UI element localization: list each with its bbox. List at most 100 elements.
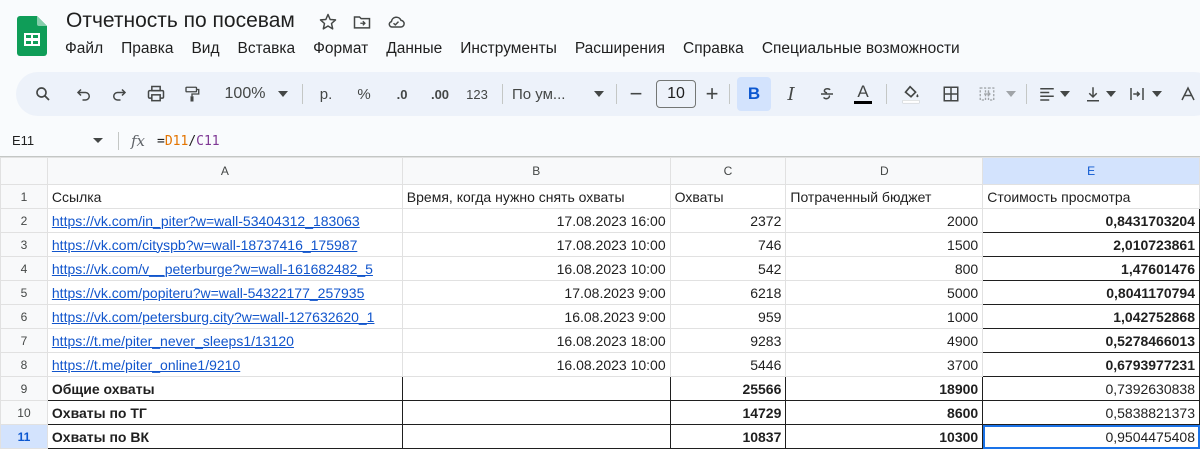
- document-title[interactable]: Отчетность по посевам: [66, 9, 295, 33]
- percent-format-button[interactable]: %: [352, 72, 376, 116]
- cell-b[interactable]: Время, когда нужно снять охваты: [401, 184, 671, 209]
- wrap-dropdown-icon[interactable]: [1150, 72, 1164, 116]
- cell-a[interactable]: https://vk.com/in_piter?w=wall-53404312_…: [46, 208, 403, 233]
- cloud-status-icon[interactable]: [384, 10, 408, 34]
- cell-e[interactable]: 1,47601476: [982, 256, 1200, 281]
- cell-b[interactable]: 16.08.2023 10:00: [401, 352, 671, 377]
- menu-tools[interactable]: Инструменты: [451, 38, 566, 60]
- cell-a[interactable]: Охваты по ТГ: [46, 400, 403, 425]
- vertical-align-icon[interactable]: [1080, 72, 1106, 116]
- cell-b[interactable]: 17.08.2023 10:00: [401, 232, 671, 257]
- column-header-a[interactable]: A: [46, 157, 403, 185]
- cell-d[interactable]: 800: [785, 256, 984, 281]
- font-dropdown-icon[interactable]: [591, 72, 607, 116]
- cell-a[interactable]: https://vk.com/petersburg.city?w=wall-12…: [46, 304, 403, 329]
- currency-format-button[interactable]: р.: [314, 72, 338, 116]
- menu-insert[interactable]: Вставка: [229, 38, 305, 60]
- row-header[interactable]: 9: [0, 376, 48, 401]
- cell-c[interactable]: 2372: [669, 208, 787, 233]
- cell-a[interactable]: https://vk.com/cityspb?w=wall-18737416_1…: [46, 232, 403, 257]
- row-header[interactable]: 7: [0, 328, 48, 353]
- cell-a[interactable]: Общие охваты: [46, 376, 403, 401]
- cell-e[interactable]: Стоимость просмотра: [982, 184, 1200, 209]
- cell-e[interactable]: 0,7392630838: [982, 376, 1200, 401]
- cell-b[interactable]: 16.08.2023 18:00: [401, 328, 671, 353]
- horizontal-align-icon[interactable]: [1034, 72, 1060, 116]
- menu-help[interactable]: Справка: [674, 38, 753, 60]
- menu-edit[interactable]: Правка: [112, 38, 182, 60]
- name-box[interactable]: E11: [12, 133, 34, 148]
- cell-link[interactable]: https://t.me/piter_never_sleeps1/13120: [52, 333, 294, 349]
- cell-d[interactable]: 1000: [785, 304, 984, 329]
- name-box-dropdown-icon[interactable]: [93, 138, 103, 143]
- row-header[interactable]: 2: [0, 208, 48, 233]
- cell-e[interactable]: 0,8431703204: [982, 208, 1200, 233]
- cell-a[interactable]: https://vk.com/popiteru?w=wall-54322177_…: [46, 280, 403, 305]
- row-header[interactable]: 10: [0, 400, 48, 425]
- cell-c[interactable]: Охваты: [669, 184, 787, 209]
- cell-e[interactable]: 1,042752868: [982, 304, 1200, 329]
- cell-link[interactable]: https://vk.com/v__peterburge?w=wall-1616…: [52, 261, 373, 277]
- cell-d[interactable]: 3700: [785, 352, 984, 377]
- cell-c[interactable]: 14729: [669, 400, 787, 425]
- cell-c[interactable]: 5446: [669, 352, 787, 377]
- row-header[interactable]: 6: [0, 304, 48, 329]
- star-icon[interactable]: [316, 10, 340, 34]
- menu-file[interactable]: Файл: [56, 38, 112, 60]
- redo-icon[interactable]: [106, 72, 132, 116]
- paint-format-icon[interactable]: [179, 72, 205, 116]
- cell-c[interactable]: 959: [669, 304, 787, 329]
- cell-link[interactable]: https://t.me/piter_online1/9210: [52, 357, 240, 373]
- font-size-decrease-icon[interactable]: −: [626, 72, 646, 116]
- increase-decimal-button[interactable]: .00: [425, 72, 455, 116]
- row-header[interactable]: 8: [0, 352, 48, 377]
- row-header[interactable]: 3: [0, 232, 48, 257]
- cell-c[interactable]: 6218: [669, 280, 787, 305]
- cell-d[interactable]: 1500: [785, 232, 984, 257]
- cell-a[interactable]: https://t.me/piter_online1/9210: [46, 352, 403, 377]
- cell-e[interactable]: 0,8041170794: [982, 280, 1200, 305]
- menu-extensions[interactable]: Расширения: [566, 38, 674, 60]
- sheets-logo-icon[interactable]: [17, 16, 47, 56]
- cell-b[interactable]: 16.08.2023 9:00: [401, 304, 671, 329]
- row-header[interactable]: 11: [0, 424, 48, 449]
- cell-d[interactable]: 10300: [785, 424, 984, 449]
- cell-c[interactable]: 10837: [669, 424, 787, 449]
- fill-color-icon[interactable]: [898, 72, 924, 116]
- search-menus-icon[interactable]: [30, 72, 56, 116]
- print-icon[interactable]: [143, 72, 169, 116]
- bold-button[interactable]: B: [737, 77, 771, 111]
- undo-icon[interactable]: [71, 72, 97, 116]
- merge-cells-icon[interactable]: [974, 72, 1000, 116]
- column-header-d[interactable]: D: [785, 157, 984, 185]
- decrease-decimal-button[interactable]: .0: [388, 72, 416, 116]
- move-to-folder-icon[interactable]: [350, 10, 374, 34]
- cell-d[interactable]: Потраченный бюджет: [785, 184, 984, 209]
- font-size-input[interactable]: 10: [656, 80, 696, 108]
- cell-b[interactable]: [401, 400, 671, 425]
- cell-b[interactable]: 16.08.2023 10:00: [401, 256, 671, 281]
- italic-button[interactable]: I: [778, 72, 804, 116]
- cell-a[interactable]: https://t.me/piter_never_sleeps1/13120: [46, 328, 403, 353]
- select-all-corner[interactable]: [0, 157, 48, 185]
- cell-a[interactable]: https://vk.com/v__peterburge?w=wall-1616…: [46, 256, 403, 281]
- more-formats-button[interactable]: 123: [462, 72, 492, 116]
- merge-dropdown-icon[interactable]: [1004, 72, 1018, 116]
- zoom-dropdown-icon[interactable]: [275, 72, 291, 116]
- cell-link[interactable]: https://vk.com/cityspb?w=wall-18737416_1…: [52, 237, 357, 253]
- cell-c[interactable]: 542: [669, 256, 787, 281]
- cell-b[interactable]: [401, 376, 671, 401]
- cell-d[interactable]: 18900: [785, 376, 984, 401]
- cell-e[interactable]: 0,9504475408: [982, 424, 1200, 449]
- menu-view[interactable]: Вид: [182, 38, 228, 60]
- cell-link[interactable]: https://vk.com/popiteru?w=wall-54322177_…: [52, 285, 364, 301]
- borders-icon[interactable]: [938, 72, 964, 116]
- cell-b[interactable]: 17.08.2023 9:00: [401, 280, 671, 305]
- cell-c[interactable]: 746: [669, 232, 787, 257]
- cell-c[interactable]: 25566: [669, 376, 787, 401]
- cell-a[interactable]: Охваты по ВК: [46, 424, 403, 449]
- valign-dropdown-icon[interactable]: [1104, 72, 1118, 116]
- cell-d[interactable]: 4900: [785, 328, 984, 353]
- menu-format[interactable]: Формат: [304, 38, 377, 60]
- column-header-e[interactable]: E: [982, 157, 1200, 185]
